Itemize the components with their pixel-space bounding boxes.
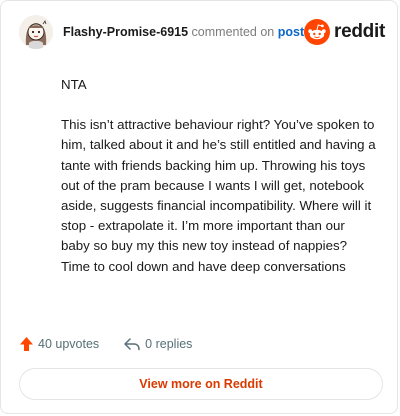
- post-link[interactable]: post: [278, 25, 304, 39]
- view-more-button[interactable]: View more on Reddit: [19, 368, 383, 400]
- upvote-count: 40 upvotes: [38, 337, 100, 351]
- upvote-arrow-icon: [20, 337, 33, 351]
- reddit-logo-icon: [304, 19, 331, 45]
- comment-actions: 40 upvotes 0 replies: [19, 333, 192, 355]
- reply-icon: [124, 338, 140, 351]
- reddit-logo[interactable]: reddit: [304, 16, 385, 48]
- comment-meta: Flashy-Promise-6915 commented on post: [63, 25, 304, 39]
- avatar[interactable]: [19, 15, 53, 49]
- commented-on-text: commented on: [191, 25, 275, 39]
- reply-count: 0 replies: [145, 337, 193, 351]
- embedded-comment-card: Flashy-Promise-6915 commented on post re…: [0, 0, 398, 414]
- comment-body: NTA This isn’t attractive behaviour righ…: [61, 75, 377, 277]
- comment-header: Flashy-Promise-6915 commented on post re…: [19, 15, 385, 51]
- reddit-wordmark: reddit: [334, 21, 385, 42]
- avatar-illustration-icon: [19, 15, 53, 49]
- username[interactable]: Flashy-Promise-6915: [63, 25, 188, 39]
- upvote-button[interactable]: 40 upvotes: [19, 336, 99, 352]
- comment-paragraph: This isn’t attractive behaviour right? Y…: [61, 117, 376, 274]
- comment-paragraph: NTA: [61, 77, 87, 92]
- reply-button[interactable]: 0 replies: [123, 337, 192, 351]
